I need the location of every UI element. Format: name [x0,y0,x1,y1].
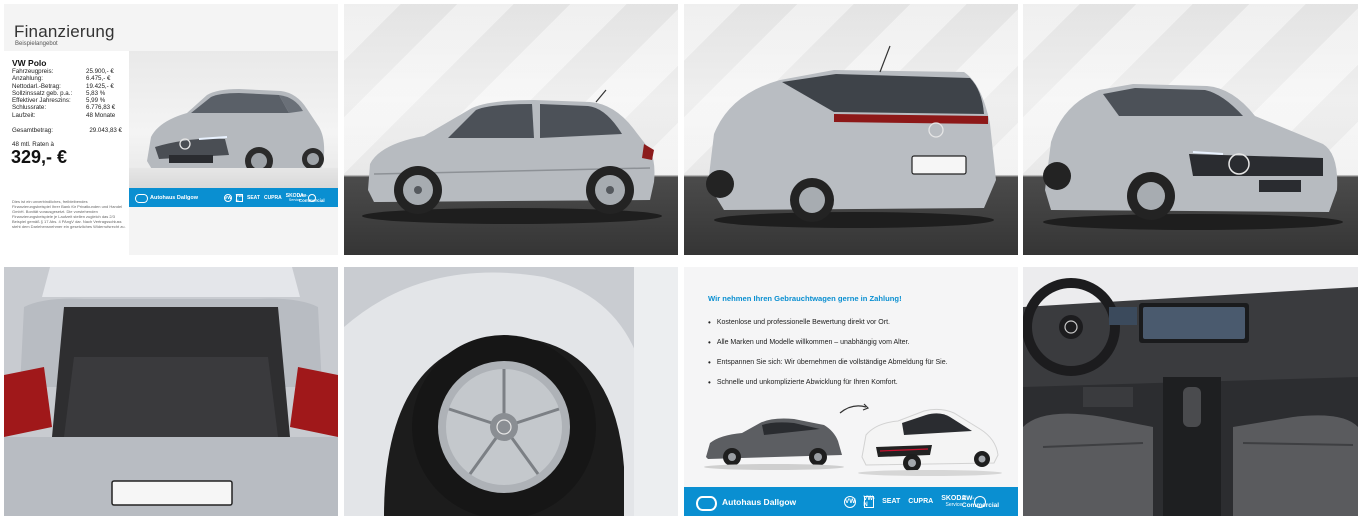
list-item: Schnelle und unkomplizierte Abwicklung f… [708,372,948,392]
finance-total: Gesamtbetrag: 29.043,83 € [12,127,122,134]
dealer-bar[interactable]: Autohaus Dallgow VW VW-N SEAT CUPRA SKOD… [684,487,1018,516]
dealer-logo-icon [135,194,148,203]
finance-rows: Fahrzeugpreis: 25.900,- € Anzahlung: 6.475… [12,68,122,119]
car-wheel-photo[interactable] [344,267,678,516]
list-item: Alle Marken und Modelle willkommen – una… [708,332,948,352]
vw-nutzfahrzeuge-logo-icon: VW-N [235,192,244,203]
trade-in-list: Kostenlose und professionelle Bewertung … [708,312,948,392]
vw-logo-icon: VW [223,193,232,202]
trade-in-title: Wir nehmen Ihren Gebrauchtwagen gerne in… [708,294,902,303]
seat-logo-icon: SEAT [882,497,901,505]
list-item: Kostenlose und professionelle Bewertung … [708,312,948,332]
dealer-name: Autohaus Dallgow [722,496,797,507]
list-item: Entspannen Sie sich: Wir übernehmen die … [708,352,948,372]
dealer-logo-icon [696,496,717,511]
finance-disclaimer: Dies ist ein unverbindliches, freibleibe… [12,199,126,229]
finance-title: Finanzierung [14,22,115,41]
finance-card: VW Polo Fahrzeugpreis: 25.900,- € Anzahlu… [4,51,338,255]
vw-commercial-logo-icon: VW-Commercial [298,192,325,203]
monthly-rate: 329,- € [11,147,68,167]
finance-row: Schlussrate: 6.776,83 € [12,104,116,112]
car-front-three-quarter-photo[interactable] [1023,4,1358,255]
finance-subtitle: Beispielangebot [15,41,58,47]
trade-in-tile[interactable]: Wir nehmen Ihren Gebrauchtwagen gerne in… [684,267,1018,516]
dealer-name: Autohaus Dallgow [150,194,198,201]
seat-logo-icon: SEAT [246,194,260,201]
cupra-logo-icon: CUPRA [263,194,282,201]
finance-details: VW Polo Fahrzeugpreis: 25.900,- € Anzahlu… [4,51,129,255]
finance-offer-tile[interactable]: Finanzierung Beispielangebot VW Polo Fah… [4,4,338,255]
car-side-photo[interactable] [344,4,678,255]
vw-commercial-logo-icon: VW-Commercial [961,494,1000,509]
car-model: VW Polo [12,58,47,68]
car-front-photo [129,51,338,188]
car-trunk-photo[interactable] [4,267,338,516]
car-rear-photo[interactable] [684,4,1018,255]
cupra-logo-icon: CUPRA [908,497,934,505]
car-interior-photo[interactable] [1023,267,1358,516]
finance-row: Fahrzeugpreis: 25.900,- € [12,68,114,75]
finance-row: Laufzeit: 48 Monate [12,111,116,119]
finance-row: Anzahlung: 6.475,- € [12,75,111,83]
vw-logo-icon: VW [844,495,857,508]
vw-nutzfahrzeuge-logo-icon: VW-N [863,495,875,508]
dealer-bar[interactable]: Autohaus Dallgow VW VW-N SEAT CUPRA SKOD… [129,188,338,207]
trade-in-cars-illustration [704,403,1002,476]
finance-row: Effektiver Jahreszins: 5,99 % [12,97,106,105]
finance-row: Sollzinssatz geb. p.a.: 5,83 % [12,89,106,97]
finance-row: Nettodarl.-Betrag: 19.425,- € [12,82,114,90]
